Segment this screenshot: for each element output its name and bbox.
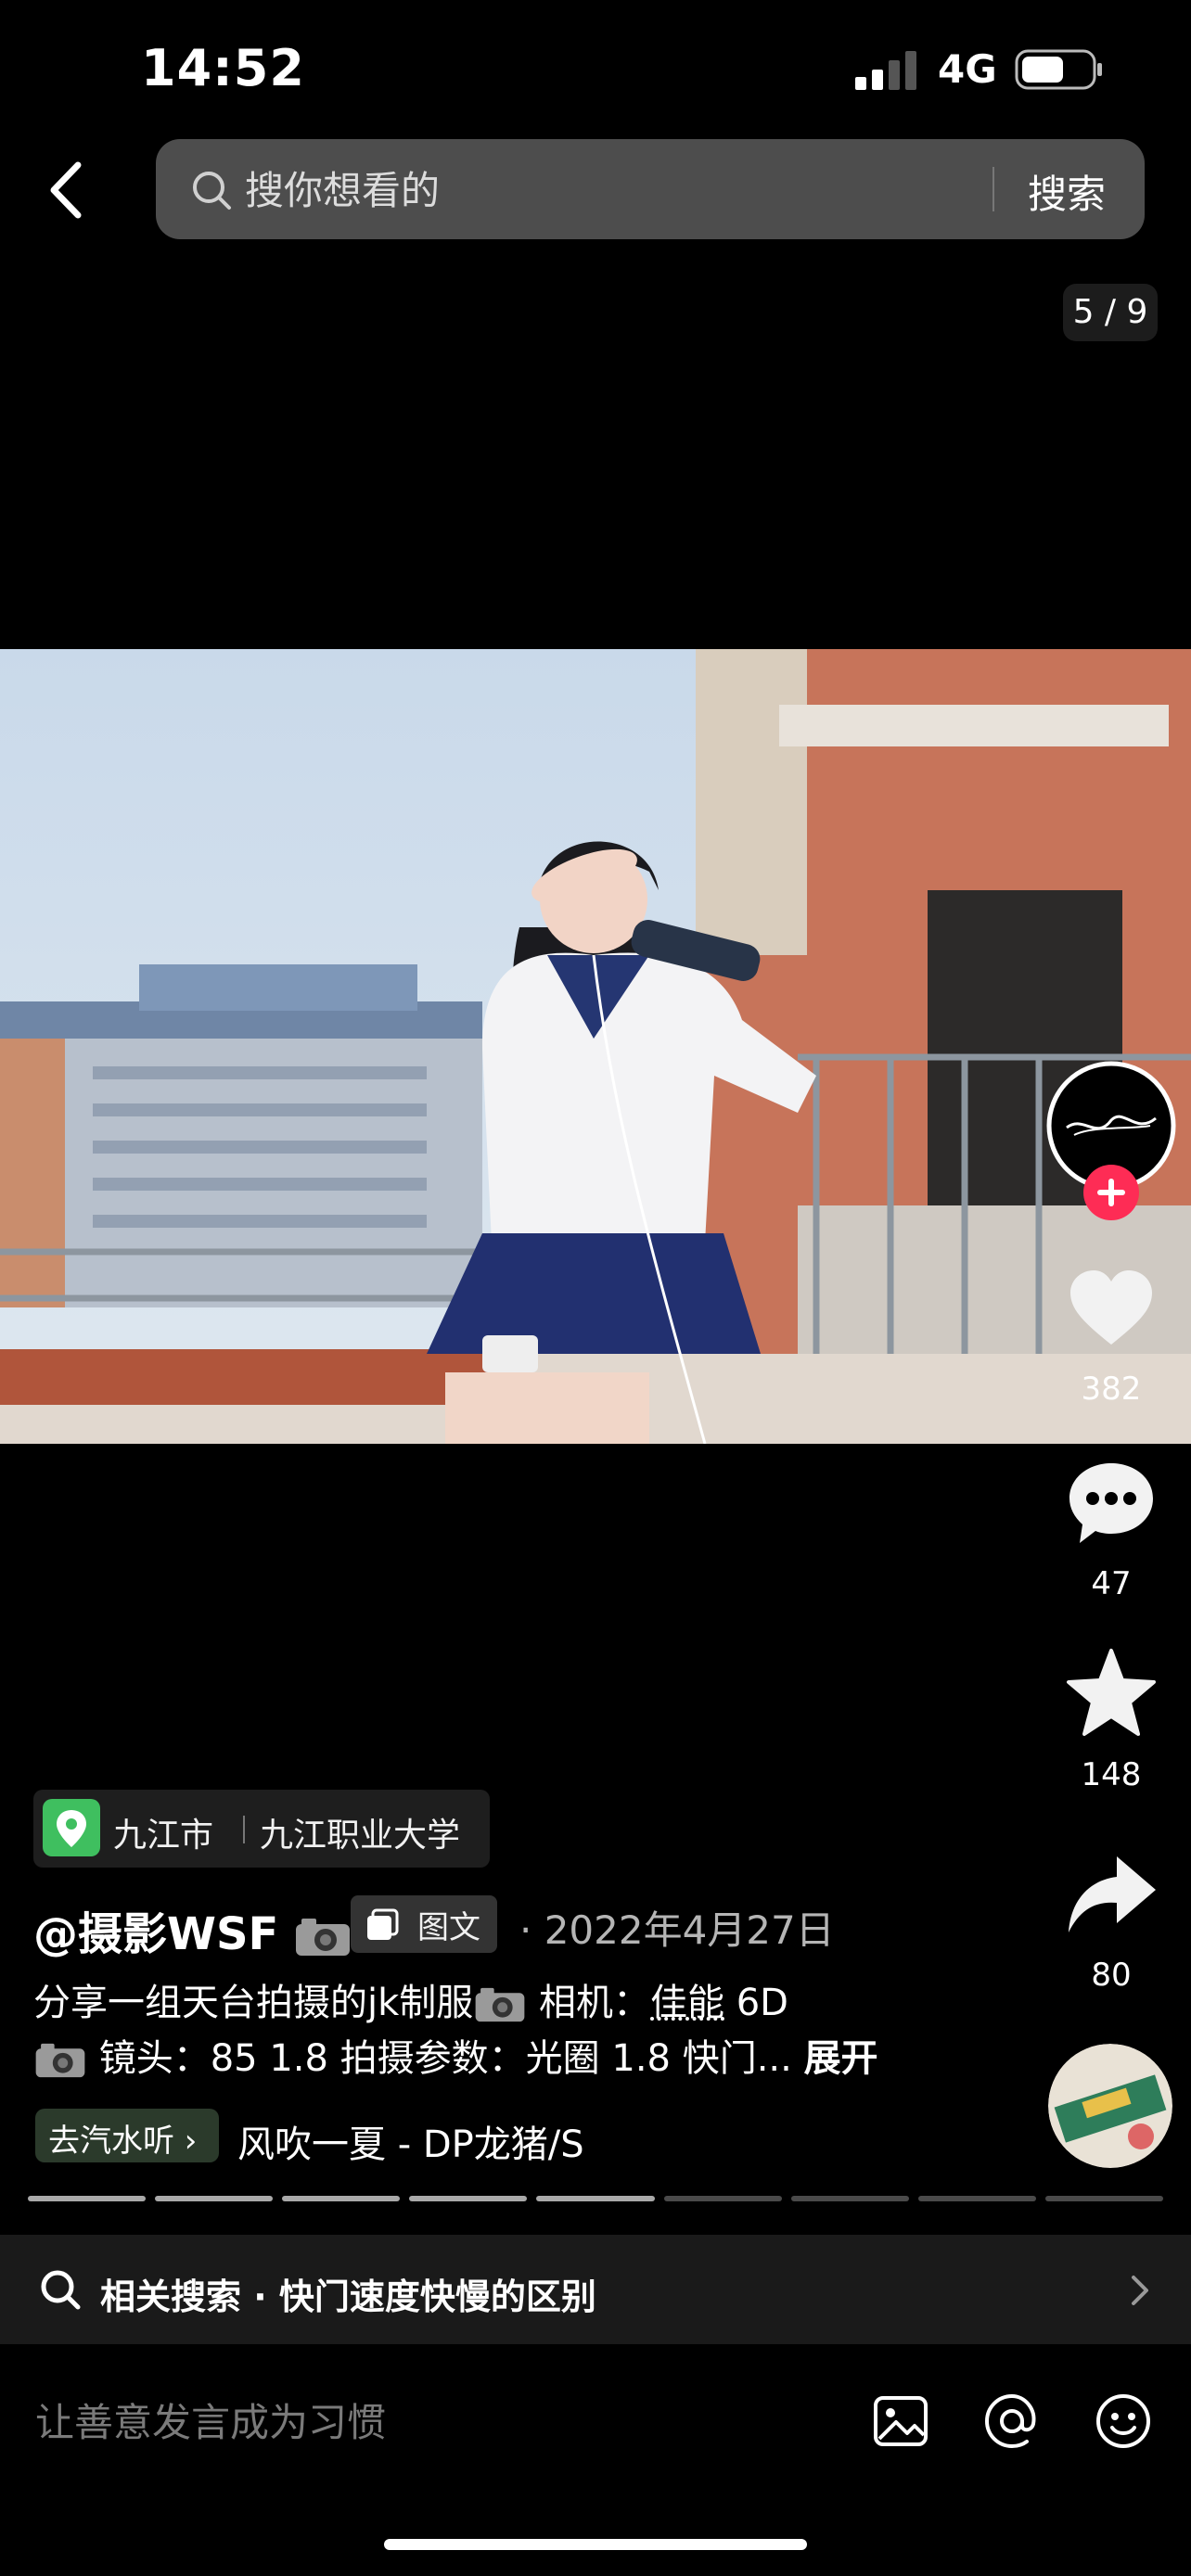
post-type-label: 图文 [417, 1909, 480, 1946]
page-counter: 5 / 9 [1063, 284, 1158, 341]
post-photo[interactable] [0, 649, 1191, 1444]
post-description-line1: 分享一组天台拍摄的jk制服 相机：佳能 6D [33, 1982, 788, 2024]
expand-button[interactable]: 展开 [804, 2037, 878, 2080]
location-pin-icon [43, 1799, 100, 1856]
follow-plus-icon[interactable] [1082, 1163, 1141, 1222]
like-heart-icon[interactable] [1065, 1263, 1158, 1356]
search-divider [992, 167, 994, 211]
search-icon [41, 2270, 81, 2310]
at-mention-icon[interactable] [983, 2392, 1041, 2450]
progress-segment [409, 2196, 528, 2201]
progress-segment [28, 2196, 147, 2201]
image-picker-icon[interactable] [872, 2392, 929, 2450]
share-count: 80 [1091, 1957, 1132, 1994]
battery-icon [1015, 49, 1102, 90]
music-title[interactable]: 风吹一夏 - DP龙猪/S [237, 2114, 701, 2168]
post-description-line2: 镜头：85 1.8 拍摄参数：光圈 1.8 快门... 展开 [33, 2031, 878, 2086]
music-chip-label: 去汽水听 › [48, 2123, 198, 2160]
camera-emoji-icon [475, 1987, 525, 2022]
emoji-icon[interactable] [1095, 2392, 1152, 2450]
location-divider [243, 1816, 245, 1843]
image-post-icon [367, 1908, 399, 1940]
progress-segment [1044, 2196, 1163, 2201]
signal-icon [855, 51, 916, 90]
related-search-label: 相关搜索 · 快门速度快慢的区别 [100, 2276, 596, 2317]
image-progress [28, 2196, 1163, 2203]
favorite-count: 148 [1081, 1756, 1142, 1793]
progress-segment [155, 2196, 274, 2201]
search-input[interactable] [243, 150, 970, 230]
share-arrow-icon[interactable] [1065, 1851, 1158, 1944]
back-arrow-icon[interactable] [41, 158, 93, 223]
network-label: 4G [938, 46, 997, 92]
music-disc-thumbnail[interactable] [1048, 2044, 1172, 2168]
comment-icon[interactable] [1065, 1456, 1158, 1549]
progress-segment [282, 2196, 401, 2201]
star-favorite-icon[interactable] [1065, 1647, 1158, 1740]
author-handle: @摄影WSF [33, 1908, 279, 1960]
status-time: 14:52 [141, 39, 305, 97]
author-name[interactable]: @摄影WSF [33, 1897, 352, 1962]
like-count: 382 [1081, 1371, 1142, 1408]
progress-segment [790, 2196, 909, 2201]
comment-input[interactable] [33, 2389, 835, 2455]
camera-emoji-icon [35, 2043, 85, 2078]
search-icon [193, 172, 231, 210]
location-place: 九江职业大学 [260, 1817, 461, 1855]
chevron-right-icon [1132, 2276, 1148, 2305]
brand-link[interactable]: 佳能 [650, 1982, 724, 2024]
comment-count: 47 [1091, 1565, 1132, 1602]
camera-emoji-icon [296, 1919, 351, 1956]
progress-segment [536, 2196, 655, 2201]
progress-segment [917, 2196, 1036, 2201]
location-city: 九江市 [113, 1817, 214, 1855]
search-button[interactable]: 搜索 [1028, 163, 1106, 220]
progress-segment [663, 2196, 782, 2201]
post-date: · 2022年4月27日 [519, 1907, 835, 1953]
home-indicator[interactable] [384, 2539, 807, 2550]
